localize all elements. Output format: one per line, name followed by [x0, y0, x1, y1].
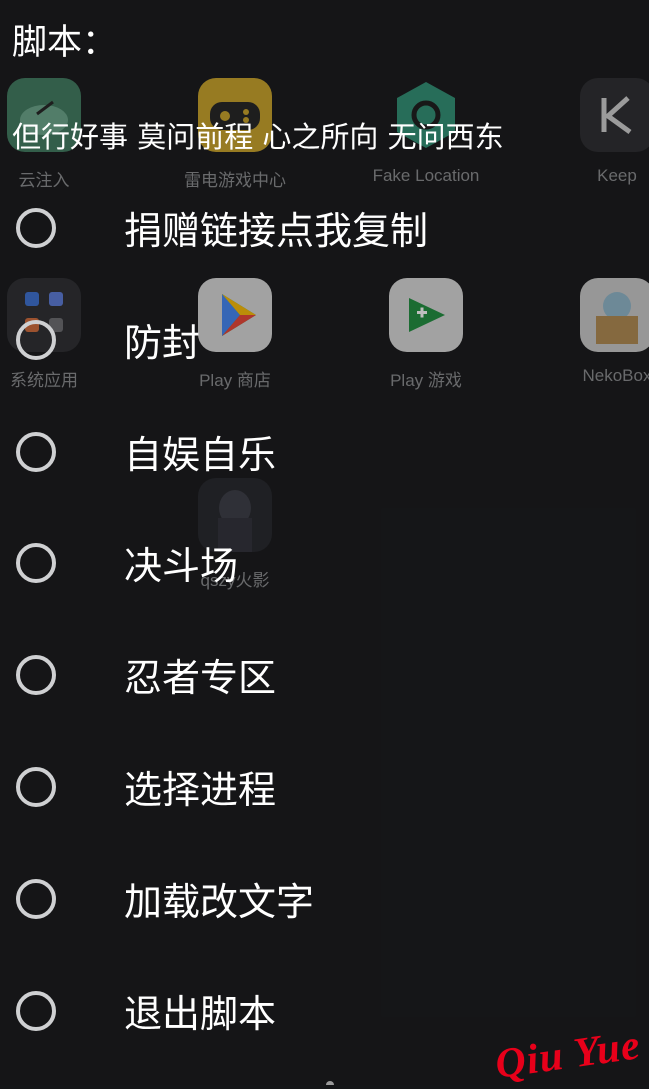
radio-button[interactable] — [16, 543, 56, 583]
option-label: 选择进程 — [124, 768, 277, 812]
radio-button[interactable] — [16, 208, 56, 248]
option-select-process[interactable]: 选择进程 — [0, 767, 649, 857]
option-donate[interactable]: 捐赠链接点我复制 — [0, 208, 649, 298]
option-arena[interactable]: 决斗场 — [0, 543, 649, 633]
nav-indicator — [326, 1081, 334, 1085]
radio-button[interactable] — [16, 879, 56, 919]
option-label: 退出脚本 — [124, 992, 277, 1036]
option-label: 捐赠链接点我复制 — [124, 209, 429, 253]
dialog-subtitle: 但行好事 莫问前程 心之所向 无问西东 — [12, 120, 504, 154]
option-label: 防封 — [124, 321, 201, 365]
radio-button[interactable] — [16, 320, 56, 360]
option-label: 忍者专区 — [124, 656, 277, 700]
option-load-text[interactable]: 加载改文字 — [0, 879, 649, 969]
option-label: 自娱自乐 — [124, 433, 277, 477]
option-label: 加载改文字 — [124, 880, 315, 924]
option-self-entertainment[interactable]: 自娱自乐 — [0, 432, 649, 522]
option-ninja-zone[interactable]: 忍者专区 — [0, 655, 649, 745]
radio-button[interactable] — [16, 767, 56, 807]
option-anti-ban[interactable]: 防封 — [0, 320, 649, 410]
option-label: 决斗场 — [124, 544, 239, 588]
radio-button[interactable] — [16, 432, 56, 472]
radio-button[interactable] — [16, 655, 56, 695]
radio-button[interactable] — [16, 991, 56, 1031]
dialog-title: 脚本： — [12, 23, 118, 63]
